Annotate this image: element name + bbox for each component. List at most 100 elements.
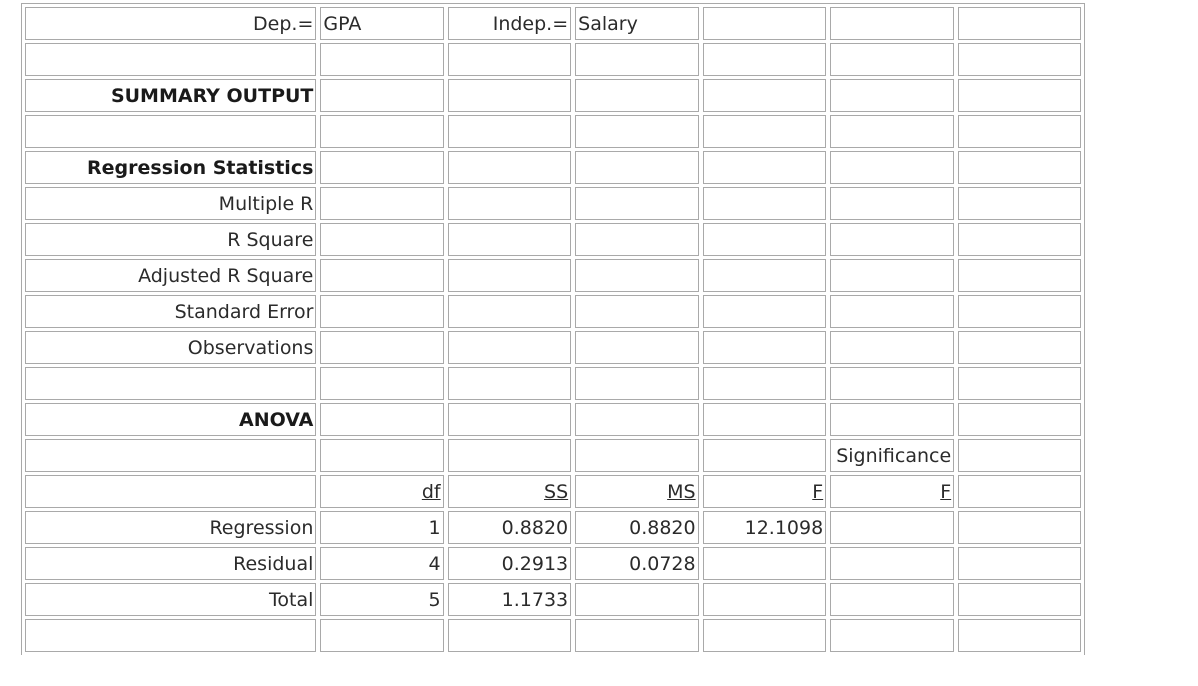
cell[interactable]: [830, 115, 955, 148]
cell[interactable]: [575, 223, 699, 256]
cell[interactable]: [702, 7, 827, 40]
cell[interactable]: [575, 187, 699, 220]
cell[interactable]: [447, 295, 572, 328]
cell[interactable]: [958, 331, 1081, 364]
cell[interactable]: [575, 115, 699, 148]
regression-df[interactable]: 1: [320, 511, 444, 544]
cell[interactable]: [830, 43, 955, 76]
cell[interactable]: [830, 223, 955, 256]
cell[interactable]: [958, 259, 1081, 292]
residual-ss[interactable]: 0.2913: [447, 547, 572, 580]
cell[interactable]: [830, 367, 955, 400]
cell[interactable]: [320, 367, 444, 400]
cell[interactable]: [958, 7, 1081, 40]
cell[interactable]: [320, 79, 444, 112]
cell[interactable]: [575, 151, 699, 184]
regression-ss[interactable]: 0.8820: [447, 511, 572, 544]
cell[interactable]: [958, 223, 1081, 256]
cell[interactable]: [320, 151, 444, 184]
total-ss[interactable]: 1.1733: [447, 583, 572, 616]
stat-value-input[interactable]: [320, 295, 444, 328]
cell[interactable]: [447, 403, 572, 436]
cell[interactable]: [702, 331, 827, 364]
cell[interactable]: [575, 295, 699, 328]
cell[interactable]: [958, 43, 1081, 76]
cell[interactable]: [447, 223, 572, 256]
cell[interactable]: [702, 295, 827, 328]
cell[interactable]: [320, 43, 444, 76]
cell[interactable]: [25, 43, 317, 76]
cell[interactable]: [575, 259, 699, 292]
cell[interactable]: [575, 583, 699, 616]
cell[interactable]: [575, 43, 699, 76]
cell[interactable]: [958, 619, 1081, 652]
cell[interactable]: [447, 259, 572, 292]
total-df[interactable]: 5: [320, 583, 444, 616]
cell[interactable]: [25, 367, 317, 400]
cell[interactable]: [830, 331, 955, 364]
cell[interactable]: [702, 43, 827, 76]
cell[interactable]: [447, 367, 572, 400]
cell[interactable]: [25, 619, 317, 652]
residual-df[interactable]: 4: [320, 547, 444, 580]
cell[interactable]: [830, 187, 955, 220]
cell[interactable]: [575, 331, 699, 364]
cell[interactable]: [958, 151, 1081, 184]
cell[interactable]: [830, 259, 955, 292]
cell[interactable]: [447, 151, 572, 184]
cell[interactable]: [958, 367, 1081, 400]
regression-ms[interactable]: 0.8820: [575, 511, 699, 544]
cell[interactable]: [320, 403, 444, 436]
indep-label-cell[interactable]: Indep.=: [447, 7, 572, 40]
cell[interactable]: [575, 79, 699, 112]
cell[interactable]: [25, 439, 317, 472]
cell[interactable]: [958, 583, 1081, 616]
cell[interactable]: [25, 115, 317, 148]
stat-value-input[interactable]: [320, 187, 444, 220]
cell[interactable]: [447, 619, 572, 652]
cell[interactable]: [830, 403, 955, 436]
cell[interactable]: [702, 115, 827, 148]
cell[interactable]: [958, 403, 1081, 436]
cell[interactable]: [25, 475, 317, 508]
cell[interactable]: [702, 619, 827, 652]
cell[interactable]: [958, 547, 1081, 580]
cell[interactable]: [320, 115, 444, 148]
stat-value-input[interactable]: [320, 259, 444, 292]
cell[interactable]: [447, 43, 572, 76]
indep-value-cell[interactable]: Salary: [575, 7, 699, 40]
regression-significance-f[interactable]: [830, 511, 955, 544]
cell[interactable]: [702, 583, 827, 616]
cell[interactable]: [447, 331, 572, 364]
cell[interactable]: [702, 79, 827, 112]
cell[interactable]: [575, 439, 699, 472]
cell[interactable]: [958, 79, 1081, 112]
cell[interactable]: [830, 583, 955, 616]
cell[interactable]: [830, 547, 955, 580]
cell[interactable]: [320, 619, 444, 652]
dep-label-cell[interactable]: Dep.=: [25, 7, 317, 40]
stat-value-input[interactable]: [320, 223, 444, 256]
cell[interactable]: [702, 439, 827, 472]
cell[interactable]: [830, 7, 955, 40]
cell[interactable]: [958, 115, 1081, 148]
cell[interactable]: [447, 79, 572, 112]
cell[interactable]: [958, 511, 1081, 544]
cell[interactable]: [702, 151, 827, 184]
cell[interactable]: [702, 187, 827, 220]
cell[interactable]: [830, 151, 955, 184]
cell[interactable]: [702, 403, 827, 436]
cell[interactable]: [702, 223, 827, 256]
cell[interactable]: [958, 475, 1081, 508]
cell[interactable]: [575, 619, 699, 652]
cell[interactable]: [575, 367, 699, 400]
cell[interactable]: [830, 295, 955, 328]
cell[interactable]: [447, 439, 572, 472]
cell[interactable]: [830, 79, 955, 112]
cell[interactable]: [958, 439, 1081, 472]
residual-ms[interactable]: 0.0728: [575, 547, 699, 580]
cell[interactable]: [958, 187, 1081, 220]
cell[interactable]: [447, 187, 572, 220]
cell[interactable]: [702, 547, 827, 580]
cell[interactable]: [447, 115, 572, 148]
